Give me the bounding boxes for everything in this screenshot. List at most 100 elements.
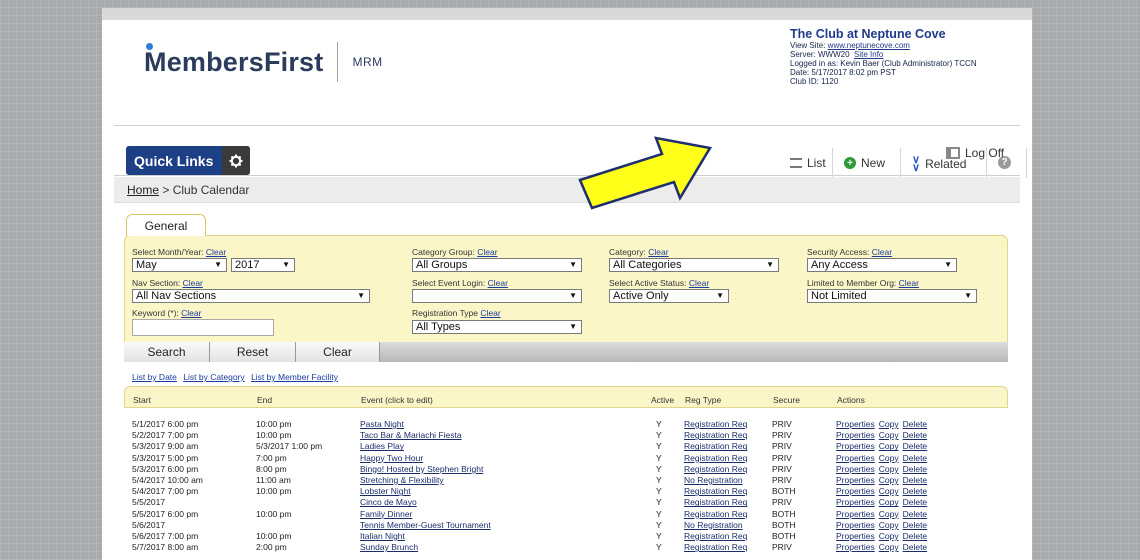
row-event-link[interactable]: Cinco de Mayo xyxy=(360,497,417,507)
active-status-select[interactable]: Active Only ▼ xyxy=(609,289,729,303)
row-event-link[interactable]: Bingo! Hosted by Stephen Bright xyxy=(360,464,483,474)
category-clear-link[interactable]: Clear xyxy=(648,247,668,257)
event-login-select[interactable]: ▼ xyxy=(412,289,582,303)
row-reg-type-link[interactable]: Registration Req xyxy=(684,453,747,463)
properties-link[interactable]: Properties xyxy=(836,497,875,507)
properties-link[interactable]: Properties xyxy=(836,531,875,541)
row-reg-type-link[interactable]: Registration Req xyxy=(684,464,747,474)
delete-link[interactable]: Delete xyxy=(903,520,928,530)
list-by-date-link[interactable]: List by Date xyxy=(132,372,177,382)
member-org-select[interactable]: Not Limited ▼ xyxy=(807,289,977,303)
nav-section-select[interactable]: All Nav Sections ▼ xyxy=(132,289,370,303)
properties-link[interactable]: Properties xyxy=(836,464,875,474)
quick-links-button[interactable]: Quick Links xyxy=(126,146,250,175)
delete-link[interactable]: Delete xyxy=(903,475,928,485)
reg-type-select[interactable]: All Types ▼ xyxy=(412,320,582,334)
security-select[interactable]: Any Access ▼ xyxy=(807,258,957,272)
properties-link[interactable]: Properties xyxy=(836,441,875,451)
copy-link[interactable]: Copy xyxy=(879,419,899,429)
row-reg-type-link[interactable]: Registration Req xyxy=(684,542,747,552)
category-select[interactable]: All Categories ▼ xyxy=(609,258,779,272)
delete-link[interactable]: Delete xyxy=(903,464,928,474)
delete-link[interactable]: Delete xyxy=(903,419,928,429)
log-off-button[interactable]: Log Off xyxy=(946,146,1004,160)
row-reg-type-link[interactable]: Registration Req xyxy=(684,497,747,507)
year-select[interactable]: 2017 ▼ xyxy=(231,258,295,272)
copy-link[interactable]: Copy xyxy=(879,531,899,541)
active-status-clear-link[interactable]: Clear xyxy=(689,278,709,288)
copy-link[interactable]: Copy xyxy=(879,464,899,474)
delete-link[interactable]: Delete xyxy=(903,453,928,463)
row-reg-type-link[interactable]: Registration Req xyxy=(684,430,747,440)
row-event-link[interactable]: Ladies Play xyxy=(360,441,404,451)
properties-link[interactable]: Properties xyxy=(836,509,875,519)
row-reg-type-link[interactable]: Registration Req xyxy=(684,419,747,429)
properties-link[interactable]: Properties xyxy=(836,542,875,552)
list-by-category-link[interactable]: List by Category xyxy=(183,372,244,382)
search-button[interactable]: Search xyxy=(124,342,210,362)
delete-link[interactable]: Delete xyxy=(903,509,928,519)
row-event-link[interactable]: Sunday Brunch xyxy=(360,542,418,552)
list-button[interactable]: List xyxy=(790,156,826,170)
delete-link[interactable]: Delete xyxy=(903,497,928,507)
keyword-clear-link[interactable]: Clear xyxy=(181,308,201,318)
delete-link[interactable]: Delete xyxy=(903,441,928,451)
view-site-link[interactable]: www.neptunecove.com xyxy=(828,41,910,50)
row-start-cell: 5/3/2017 6:00 pm xyxy=(132,463,199,474)
copy-link[interactable]: Copy xyxy=(879,475,899,485)
site-info-link[interactable]: Site Info xyxy=(854,50,883,59)
copy-link[interactable]: Copy xyxy=(879,542,899,552)
properties-link[interactable]: Properties xyxy=(836,475,875,485)
copy-link[interactable]: Copy xyxy=(879,520,899,530)
category-group-clear-link[interactable]: Clear xyxy=(477,247,497,257)
reset-button[interactable]: Reset xyxy=(210,342,296,362)
delete-link[interactable]: Delete xyxy=(903,486,928,496)
row-event-link[interactable]: Lobster Night xyxy=(360,486,411,496)
tab-general[interactable]: General xyxy=(126,214,206,236)
event-login-label: Select Event Login: Clear xyxy=(412,278,508,288)
row-reg-type-link[interactable]: Registration Req xyxy=(684,509,747,519)
row-reg-type-link[interactable]: Registration Req xyxy=(684,486,747,496)
logo[interactable]: MembersFirst MRM xyxy=(144,42,383,82)
properties-link[interactable]: Properties xyxy=(836,453,875,463)
row-reg-type-link[interactable]: Registration Req xyxy=(684,531,747,541)
event-login-clear-link[interactable]: Clear xyxy=(488,278,508,288)
month-select[interactable]: May ▼ xyxy=(132,258,227,272)
copy-link[interactable]: Copy xyxy=(879,441,899,451)
row-reg-type-link[interactable]: No Registration xyxy=(684,520,743,530)
breadcrumb-home-link[interactable]: Home xyxy=(127,183,159,197)
row-event-link[interactable]: Tennis Member-Guest Tournament xyxy=(360,520,491,530)
row-event-link[interactable]: Pasta Night xyxy=(360,419,404,429)
active-status-label: Select Active Status: Clear xyxy=(609,278,709,288)
properties-link[interactable]: Properties xyxy=(836,419,875,429)
category-group-select[interactable]: All Groups ▼ xyxy=(412,258,582,272)
row-reg-type-link[interactable]: No Registration xyxy=(684,475,743,485)
row-active-cell: Y xyxy=(656,508,662,519)
row-event-link[interactable]: Taco Bar & Mariachi Fiesta xyxy=(360,430,462,440)
clear-button[interactable]: Clear xyxy=(296,342,380,362)
member-org-clear-link[interactable]: Clear xyxy=(899,278,919,288)
row-event-link[interactable]: Happy Two Hour xyxy=(360,453,423,463)
row-event-link[interactable]: Italian Night xyxy=(360,531,405,541)
properties-link[interactable]: Properties xyxy=(836,430,875,440)
list-by-member-facility-link[interactable]: List by Member Facility xyxy=(251,372,338,382)
copy-link[interactable]: Copy xyxy=(879,509,899,519)
nav-section-clear-link[interactable]: Clear xyxy=(183,278,203,288)
month-year-clear-link[interactable]: Clear xyxy=(206,247,226,257)
security-clear-link[interactable]: Clear xyxy=(872,247,892,257)
copy-link[interactable]: Copy xyxy=(879,486,899,496)
keyword-input[interactable] xyxy=(132,319,274,336)
delete-link[interactable]: Delete xyxy=(903,531,928,541)
row-event-link[interactable]: Stretching & Flexibility xyxy=(360,475,444,485)
row-event-link[interactable]: Family Dinner xyxy=(360,509,412,519)
properties-link[interactable]: Properties xyxy=(836,486,875,496)
reg-type-clear-link[interactable]: Clear xyxy=(480,308,500,318)
properties-link[interactable]: Properties xyxy=(836,520,875,530)
copy-link[interactable]: Copy xyxy=(879,453,899,463)
delete-link[interactable]: Delete xyxy=(903,430,928,440)
new-button[interactable]: + New xyxy=(844,156,885,170)
delete-link[interactable]: Delete xyxy=(903,542,928,552)
row-reg-type-link[interactable]: Registration Req xyxy=(684,441,747,451)
copy-link[interactable]: Copy xyxy=(879,430,899,440)
copy-link[interactable]: Copy xyxy=(879,497,899,507)
